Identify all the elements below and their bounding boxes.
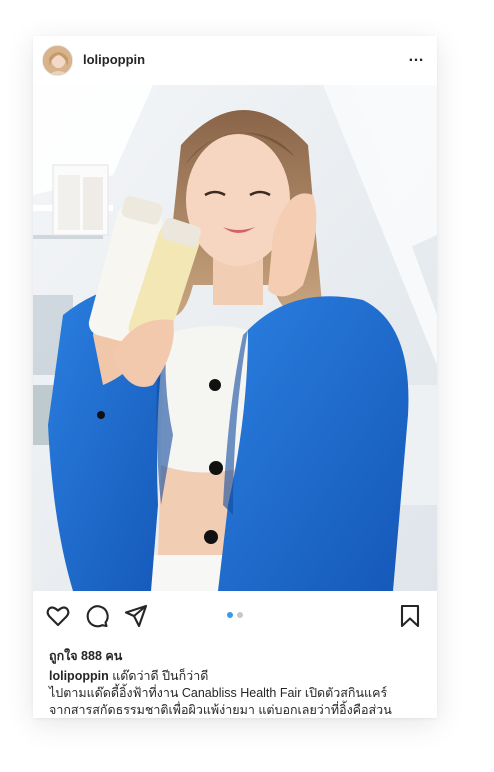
post-image[interactable] (33, 85, 437, 591)
carousel-dot-active (227, 612, 233, 618)
share-icon[interactable] (123, 603, 149, 629)
caption-line: ไปตามแด๊ดดี้อิ้งฟ้าที่งาน Canabliss Heal… (49, 686, 388, 700)
comment-icon[interactable] (84, 603, 110, 629)
post-header: lolipoppin … (33, 36, 437, 85)
avatar[interactable] (42, 45, 73, 76)
post-actions (33, 591, 437, 641)
heart-icon[interactable] (45, 603, 71, 629)
post-photo (33, 85, 437, 591)
bookmark-icon[interactable] (397, 603, 423, 629)
post-card: lolipoppin … ถูกใจ 888 คน lolipoppin แด๊… (33, 36, 437, 718)
more-options-icon[interactable]: … (408, 49, 425, 65)
username[interactable]: lolipoppin (83, 52, 145, 67)
caption-text: แด๊ดว่าดี ปีนก็ว่าดี (112, 669, 209, 683)
caption-first-line: lolipoppin แด๊ดว่าดี ปีนก็ว่าดี (49, 668, 429, 685)
likes-count[interactable]: ถูกใจ 888 คน (49, 646, 122, 666)
carousel-indicator (227, 612, 243, 618)
caption: lolipoppin แด๊ดว่าดี ปีนก็ว่าดี ไปตามแด๊… (49, 668, 429, 718)
caption-username[interactable]: lolipoppin (49, 669, 109, 683)
caption-line: จากสารสกัดธรรมชาติเพื่อผิวแพ้ง่ายมา แต่บ… (49, 703, 392, 717)
carousel-dot (237, 612, 243, 618)
avatar-image (43, 46, 72, 75)
